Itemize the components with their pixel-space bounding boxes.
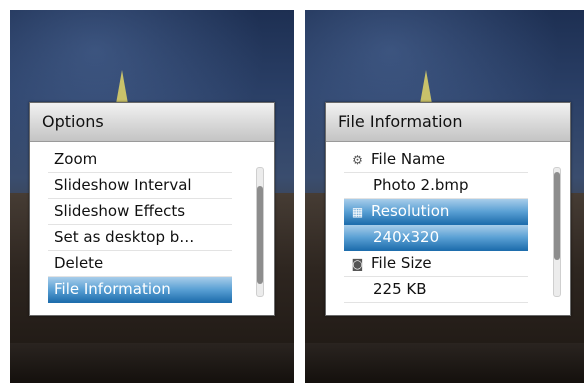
screen-file-information: File Information ⚙ File Name Photo 2.bmp … [305,10,584,383]
resolution-icon: ▦ [351,205,364,219]
file-name-value-row: Photo 2.bmp [344,173,528,199]
file-information-scrollbar[interactable] [553,167,561,297]
resolution-row[interactable]: ▦ Resolution [344,199,528,225]
menu-item-set-as-desktop[interactable]: Set as desktop b… [48,225,232,251]
screen-options: Options Zoom Slideshow Interval Slidesho… [10,10,294,383]
file-name-value: Photo 2.bmp [373,176,469,194]
file-name-icon: ⚙ [352,153,363,167]
file-name-label: File Name [371,150,446,168]
file-information-panel: File Information ⚙ File Name Photo 2.bmp … [325,102,571,316]
resolution-label: Resolution [371,202,450,220]
options-scrollbar[interactable] [256,167,264,297]
file-information-title: File Information [326,103,570,142]
options-menu-list: Zoom Slideshow Interval Slideshow Effect… [48,147,232,303]
background-street [305,343,584,383]
file-information-list: ⚙ File Name Photo 2.bmp ▦ Resolution 240x3… [344,147,528,303]
menu-item-delete[interactable]: Delete [48,251,232,277]
resolution-value-row: 240x320 [344,225,528,251]
menu-item-file-information[interactable]: File Information [48,277,232,303]
menu-item-zoom[interactable]: Zoom [48,147,232,173]
file-name-row[interactable]: ⚙ File Name [344,147,528,173]
resolution-value: 240x320 [373,228,440,246]
file-information-scrollbar-thumb[interactable] [554,172,560,260]
options-menu-title: Options [30,103,274,142]
menu-item-slideshow-effects[interactable]: Slideshow Effects [48,199,232,225]
file-size-value: 225 KB [373,280,427,298]
options-scrollbar-thumb[interactable] [257,186,263,284]
menu-item-slideshow-interval[interactable]: Slideshow Interval [48,173,232,199]
background-street [10,343,294,383]
file-size-value-row: 225 KB [344,277,528,303]
file-size-label: File Size [371,254,432,272]
file-size-icon: ◙ [351,257,364,271]
file-size-row[interactable]: ◙ File Size [344,251,528,277]
options-menu: Options Zoom Slideshow Interval Slidesho… [29,102,275,316]
